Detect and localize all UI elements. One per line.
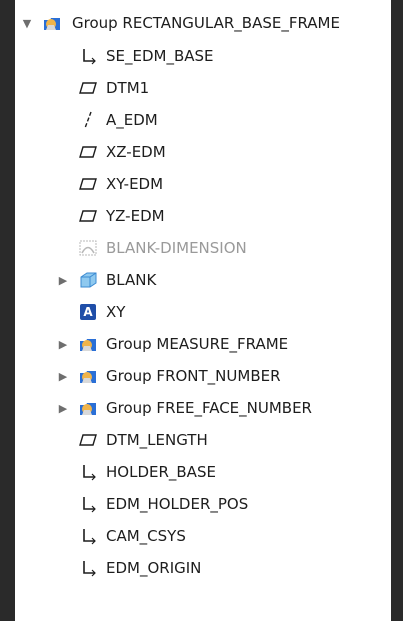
tree-item-label: DTM_LENGTH [106,431,208,449]
datum-plane-icon [78,430,98,450]
datum-plane-icon [78,142,98,162]
tree-item-label: SE_EDM_BASE [106,47,214,65]
group-folder-icon [78,334,98,354]
tree-row-yz-edm[interactable]: YZ-EDM [15,200,391,232]
tree-row-se-edm-base[interactable]: SE_EDM_BASE [15,40,391,72]
coordinate-system-icon [78,462,98,482]
tree-item-label: XZ-EDM [106,143,166,161]
tree-row-xy-edm[interactable]: XY-EDM [15,168,391,200]
tree-item-label: Group FREE_FACE_NUMBER [106,399,312,417]
expand-arrow-icon[interactable]: ▶ [56,401,70,415]
tree-item-label: XY [106,303,126,321]
annotation-a-icon: A [78,302,98,322]
tree-row-dtm-length[interactable]: DTM_LENGTH [15,424,391,456]
tree-item-label: CAM_CSYS [106,527,186,545]
tree-row-blank-dimension[interactable]: BLANK-DIMENSION [15,232,391,264]
tree-item-label: YZ-EDM [106,207,165,225]
tree-row-group-measure-frame[interactable]: ▶ Group MEASURE_FRAME [15,328,391,360]
tree-row-dtm1[interactable]: DTM1 [15,72,391,104]
tree-item-label: Group MEASURE_FRAME [106,335,289,353]
tree-row-cam-csys[interactable]: CAM_CSYS [15,520,391,552]
tree-row-xz-edm[interactable]: XZ-EDM [15,136,391,168]
model-tree-panel: ▼ Group RECTANGULAR_BASE_FRAME SE_EDM_BA… [15,0,391,621]
tree-item-label: HOLDER_BASE [106,463,216,481]
datum-plane-icon [78,206,98,226]
tree-row-holder-base[interactable]: HOLDER_BASE [15,456,391,488]
coordinate-system-icon [78,494,98,514]
tree-row-group-free-face-number[interactable]: ▶ Group FREE_FACE_NUMBER [15,392,391,424]
datum-plane-icon [78,78,98,98]
tree-item-label: EDM_ORIGIN [106,559,202,577]
tree-row-edm-origin[interactable]: EDM_ORIGIN [15,552,391,584]
tree-item-label: A_EDM [106,111,158,129]
tree-row-group-front-number[interactable]: ▶ Group FRONT_NUMBER [15,360,391,392]
coordinate-system-icon [78,46,98,66]
tree-row-edm-holder-pos[interactable]: EDM_HOLDER_POS [15,488,391,520]
datum-axis-icon [78,110,98,130]
tree-item-label: XY-EDM [106,175,164,193]
tree-item-label: Group FRONT_NUMBER [106,367,281,385]
tree-item-label: Group RECTANGULAR_BASE_FRAME [72,14,340,32]
tree-item-label: EDM_HOLDER_POS [106,495,249,513]
group-folder-icon [78,398,98,418]
coordinate-system-icon [78,526,98,546]
tree-row-a-edm[interactable]: A_EDM [15,104,391,136]
app-frame: ▼ Group RECTANGULAR_BASE_FRAME SE_EDM_BA… [0,0,403,621]
inactive-feature-icon [78,238,98,258]
tree-item-label: BLANK [106,271,157,289]
datum-plane-icon [78,174,98,194]
expand-arrow-icon[interactable]: ▼ [20,16,34,30]
tree-item-label: BLANK-DIMENSION [106,239,247,257]
expand-arrow-icon[interactable]: ▶ [56,273,70,287]
tree-row-group-rectangular-base-frame[interactable]: ▼ Group RECTANGULAR_BASE_FRAME [15,7,391,39]
tree-row-blank[interactable]: ▶ BLANK [15,264,391,296]
coordinate-system-icon [78,558,98,578]
expand-arrow-icon[interactable]: ▶ [56,337,70,351]
group-folder-icon [78,366,98,386]
group-folder-icon [42,13,62,33]
tree-row-xy[interactable]: A XY [15,296,391,328]
tree-item-label: DTM1 [106,79,150,97]
part-icon [78,270,98,290]
expand-arrow-icon[interactable]: ▶ [56,369,70,383]
